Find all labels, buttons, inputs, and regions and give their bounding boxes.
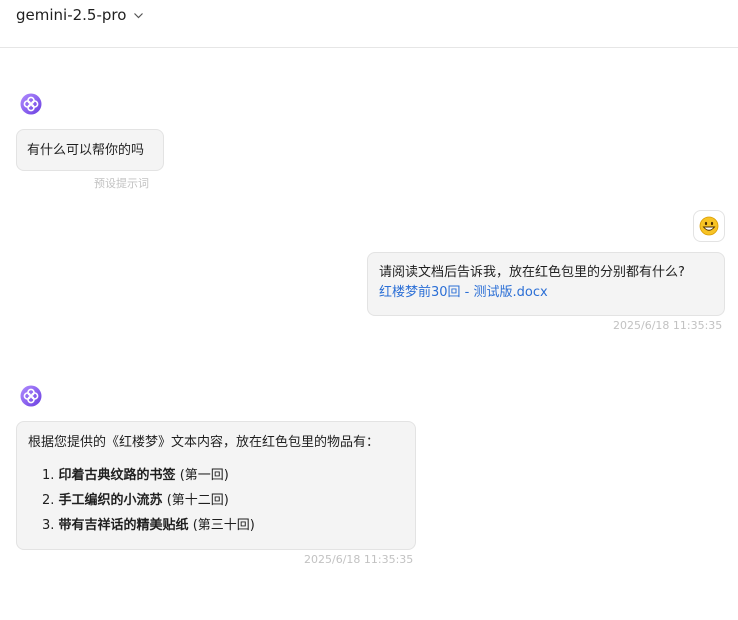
attachment-link[interactable]: 红楼梦前30回 - 测试版.docx <box>379 283 548 303</box>
list-number: 1. <box>42 468 55 483</box>
chat-header: gemini-2.5-pro <box>0 0 738 48</box>
user-avatar <box>693 210 725 242</box>
assistant-answer-bubble: 根据您提供的《红楼梦》文本内容，放在红色包里的物品有： 1. 印着古典纹路的书签… <box>16 421 416 550</box>
list-number: 3. <box>42 518 55 533</box>
answer-intro: 根据您提供的《红楼梦》文本内容，放在红色包里的物品有： <box>28 435 380 450</box>
assistant-avatar-icon <box>20 93 42 115</box>
list-item-chapter: (第一回) <box>179 468 229 483</box>
assistant-greeting-bubble: 有什么可以帮你的吗 <box>16 129 164 171</box>
list-item-name: 印着古典纹路的书签 <box>58 468 176 483</box>
greeting-text: 有什么可以帮你的吗 <box>27 143 145 158</box>
list-item-chapter: (第三十回) <box>192 518 255 533</box>
user-message-bubble: 请阅读文档后告诉我，放在红色包里的分别都有什么? 红楼梦前30回 - 测试版.d… <box>367 252 725 316</box>
list-item-name: 带有吉祥话的精美贴纸 <box>58 518 189 533</box>
answer-list: 1. 印着古典纹路的书签 (第一回) 2. 手工编织的小流苏 (第十二回) 3.… <box>28 463 404 538</box>
list-item: 1. 印着古典纹路的书签 (第一回) <box>42 463 404 488</box>
list-item: 2. 手工编织的小流苏 (第十二回) <box>42 488 404 513</box>
user-message-text: 请阅读文档后告诉我，放在红色包里的分别都有什么? <box>379 265 685 280</box>
model-selector[interactable]: gemini-2.5-pro <box>16 4 144 26</box>
list-item-chapter: (第十二回) <box>166 493 229 508</box>
list-item-name: 手工编织的小流苏 <box>58 493 163 508</box>
model-name: gemini-2.5-pro <box>16 6 127 24</box>
chevron-down-icon <box>134 12 144 18</box>
answer-timestamp: 2025/6/18 11:35:35 <box>304 553 414 566</box>
list-number: 2. <box>42 493 55 508</box>
list-item: 3. 带有吉祥话的精美贴纸 (第三十回) <box>42 513 404 538</box>
preset-prompt-caption: 预设提示词 <box>94 177 149 190</box>
user-message-timestamp: 2025/6/18 11:35:35 <box>613 319 723 332</box>
assistant-avatar-icon <box>20 385 42 407</box>
grinning-face-icon <box>699 216 719 236</box>
